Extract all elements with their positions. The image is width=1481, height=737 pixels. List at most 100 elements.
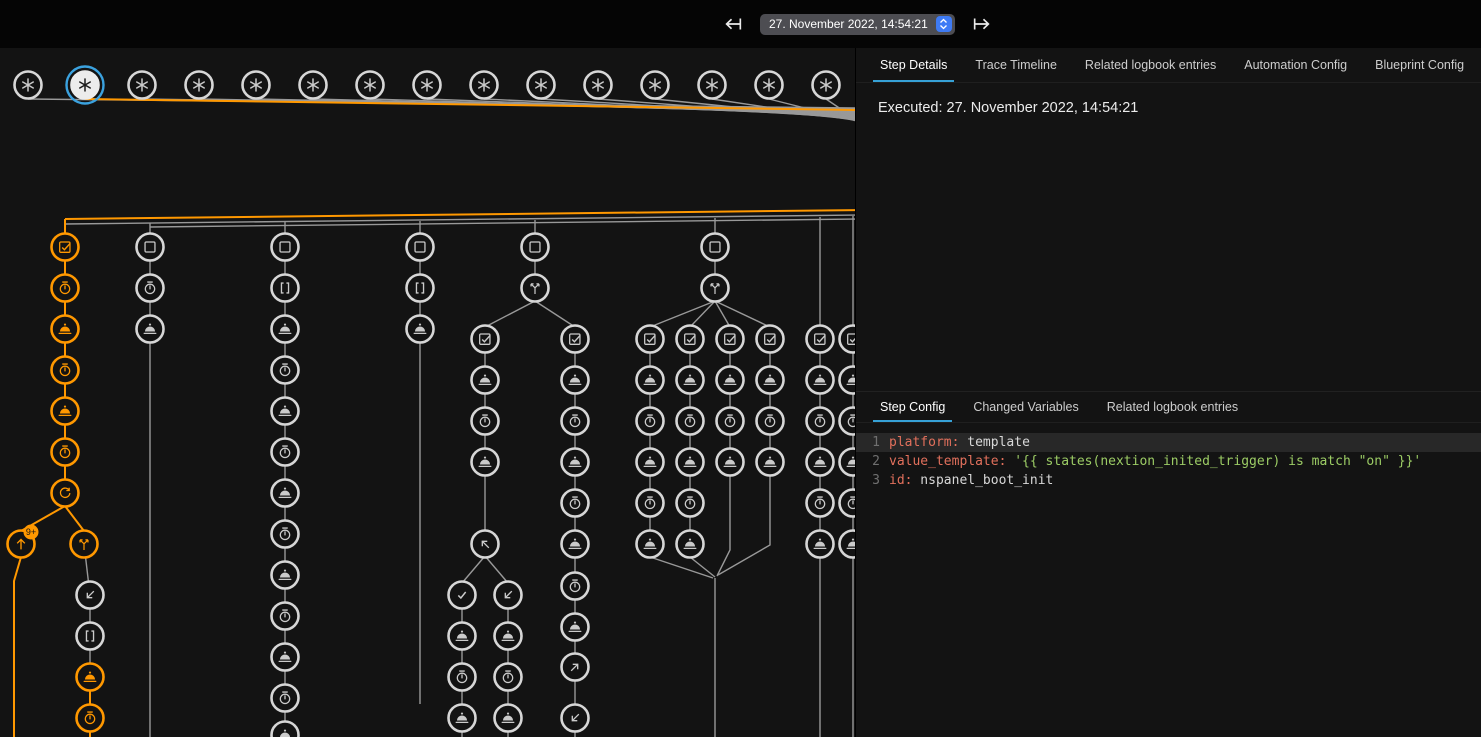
service-call-icon[interactable] [562, 614, 589, 641]
arrow-up-icon[interactable]: 9+ [8, 525, 39, 558]
service-call-icon[interactable] [562, 531, 589, 558]
service-call-icon[interactable] [807, 531, 834, 558]
checkbox-marked-icon[interactable] [472, 326, 499, 353]
tab-automation-config[interactable]: Automation Config [1230, 48, 1361, 82]
service-call-icon[interactable] [637, 449, 664, 476]
service-call-icon[interactable] [52, 398, 79, 425]
arrow-top-right-icon[interactable] [562, 654, 589, 681]
service-call-icon[interactable] [137, 316, 164, 343]
trigger-icon[interactable] [357, 72, 384, 99]
service-call-icon[interactable] [407, 316, 434, 343]
brackets-icon[interactable] [407, 275, 434, 302]
timer-icon[interactable] [472, 408, 499, 435]
service-call-icon[interactable] [272, 480, 299, 507]
checkbox-marked-icon[interactable] [637, 326, 664, 353]
service-call-icon[interactable] [472, 367, 499, 394]
service-call-icon[interactable] [677, 531, 704, 558]
arrow-bottom-left-icon[interactable] [495, 582, 522, 609]
service-call-icon[interactable] [637, 367, 664, 394]
service-call-icon[interactable] [717, 367, 744, 394]
service-call-icon[interactable] [449, 705, 476, 732]
service-call-icon[interactable] [807, 367, 834, 394]
checkbox-marked-icon[interactable] [52, 234, 79, 261]
trigger-icon[interactable] [528, 72, 555, 99]
service-call-icon[interactable] [562, 367, 589, 394]
trigger-icon[interactable] [414, 72, 441, 99]
timer-icon[interactable] [637, 408, 664, 435]
timer-icon[interactable] [137, 275, 164, 302]
checkbox-blank-icon[interactable] [272, 234, 299, 261]
timer-icon[interactable] [840, 490, 856, 517]
service-call-icon[interactable] [495, 705, 522, 732]
trigger-icon[interactable] [15, 72, 42, 99]
checkbox-blank-icon[interactable] [522, 234, 549, 261]
timer-icon[interactable] [272, 521, 299, 548]
arrow-bottom-left-icon[interactable] [562, 705, 589, 732]
service-call-icon[interactable] [472, 449, 499, 476]
checkbox-marked-icon[interactable] [757, 326, 784, 353]
checkbox-marked-icon[interactable] [807, 326, 834, 353]
timer-icon[interactable] [77, 705, 104, 732]
timer-icon[interactable] [272, 603, 299, 630]
tab-step-config[interactable]: Step Config [866, 392, 959, 422]
timer-icon[interactable] [449, 664, 476, 691]
checkbox-blank-icon[interactable] [407, 234, 434, 261]
service-call-icon[interactable] [272, 562, 299, 589]
timer-icon[interactable] [717, 408, 744, 435]
trigger-icon[interactable] [756, 72, 783, 99]
service-call-icon[interactable] [52, 316, 79, 343]
tab-changed-variables[interactable]: Changed Variables [959, 392, 1092, 422]
trigger-icon[interactable] [585, 72, 612, 99]
service-call-icon[interactable] [840, 449, 856, 476]
service-call-icon[interactable] [677, 367, 704, 394]
service-call-icon[interactable] [840, 367, 856, 394]
timer-icon[interactable] [272, 439, 299, 466]
trigger-icon[interactable] [813, 72, 840, 99]
timer-icon[interactable] [677, 490, 704, 517]
arrow-top-left-icon[interactable] [472, 531, 499, 558]
service-call-icon[interactable] [272, 644, 299, 671]
timer-icon[interactable] [807, 408, 834, 435]
tab-related-logbook-entries[interactable]: Related logbook entries [1071, 48, 1230, 82]
call-split-icon[interactable] [522, 275, 549, 302]
timer-icon[interactable] [637, 490, 664, 517]
timer-icon[interactable] [677, 408, 704, 435]
timer-icon[interactable] [562, 573, 589, 600]
trigger-icon[interactable] [129, 72, 156, 99]
checkbox-blank-icon[interactable] [137, 234, 164, 261]
timer-icon[interactable] [495, 664, 522, 691]
service-call-icon[interactable] [840, 531, 856, 558]
service-call-icon[interactable] [757, 367, 784, 394]
service-call-icon[interactable] [562, 449, 589, 476]
checkbox-marked-icon[interactable] [840, 326, 856, 353]
trigger-icon[interactable] [699, 72, 726, 99]
service-call-icon[interactable] [272, 316, 299, 343]
service-call-icon[interactable] [77, 664, 104, 691]
timer-icon[interactable] [272, 685, 299, 712]
timer-icon[interactable] [272, 357, 299, 384]
checkbox-blank-icon[interactable] [702, 234, 729, 261]
next-run-button[interactable] [969, 11, 995, 37]
service-call-icon[interactable] [757, 449, 784, 476]
service-call-icon[interactable] [677, 449, 704, 476]
service-call-icon[interactable] [717, 449, 744, 476]
check-icon[interactable] [449, 582, 476, 609]
trigger-icon[interactable] [300, 72, 327, 99]
service-call-icon[interactable] [495, 623, 522, 650]
previous-run-button[interactable] [720, 11, 746, 37]
checkbox-marked-icon[interactable] [677, 326, 704, 353]
service-call-icon[interactable] [272, 722, 299, 737]
tab-blueprint-config[interactable]: Blueprint Config [1361, 48, 1478, 82]
timer-icon[interactable] [562, 490, 589, 517]
run-select[interactable]: 27. November 2022, 14:54:21 [760, 14, 955, 35]
trigger-icon[interactable] [471, 72, 498, 99]
brackets-icon[interactable] [272, 275, 299, 302]
tab-related-logbook-entries-2[interactable]: Related logbook entries [1093, 392, 1252, 422]
timer-icon[interactable] [52, 275, 79, 302]
repeat-icon[interactable] [52, 480, 79, 507]
call-split-icon[interactable] [702, 275, 729, 302]
timer-icon[interactable] [757, 408, 784, 435]
service-call-icon[interactable] [449, 623, 476, 650]
tab-trace-timeline[interactable]: Trace Timeline [961, 48, 1071, 82]
timer-icon[interactable] [52, 439, 79, 466]
